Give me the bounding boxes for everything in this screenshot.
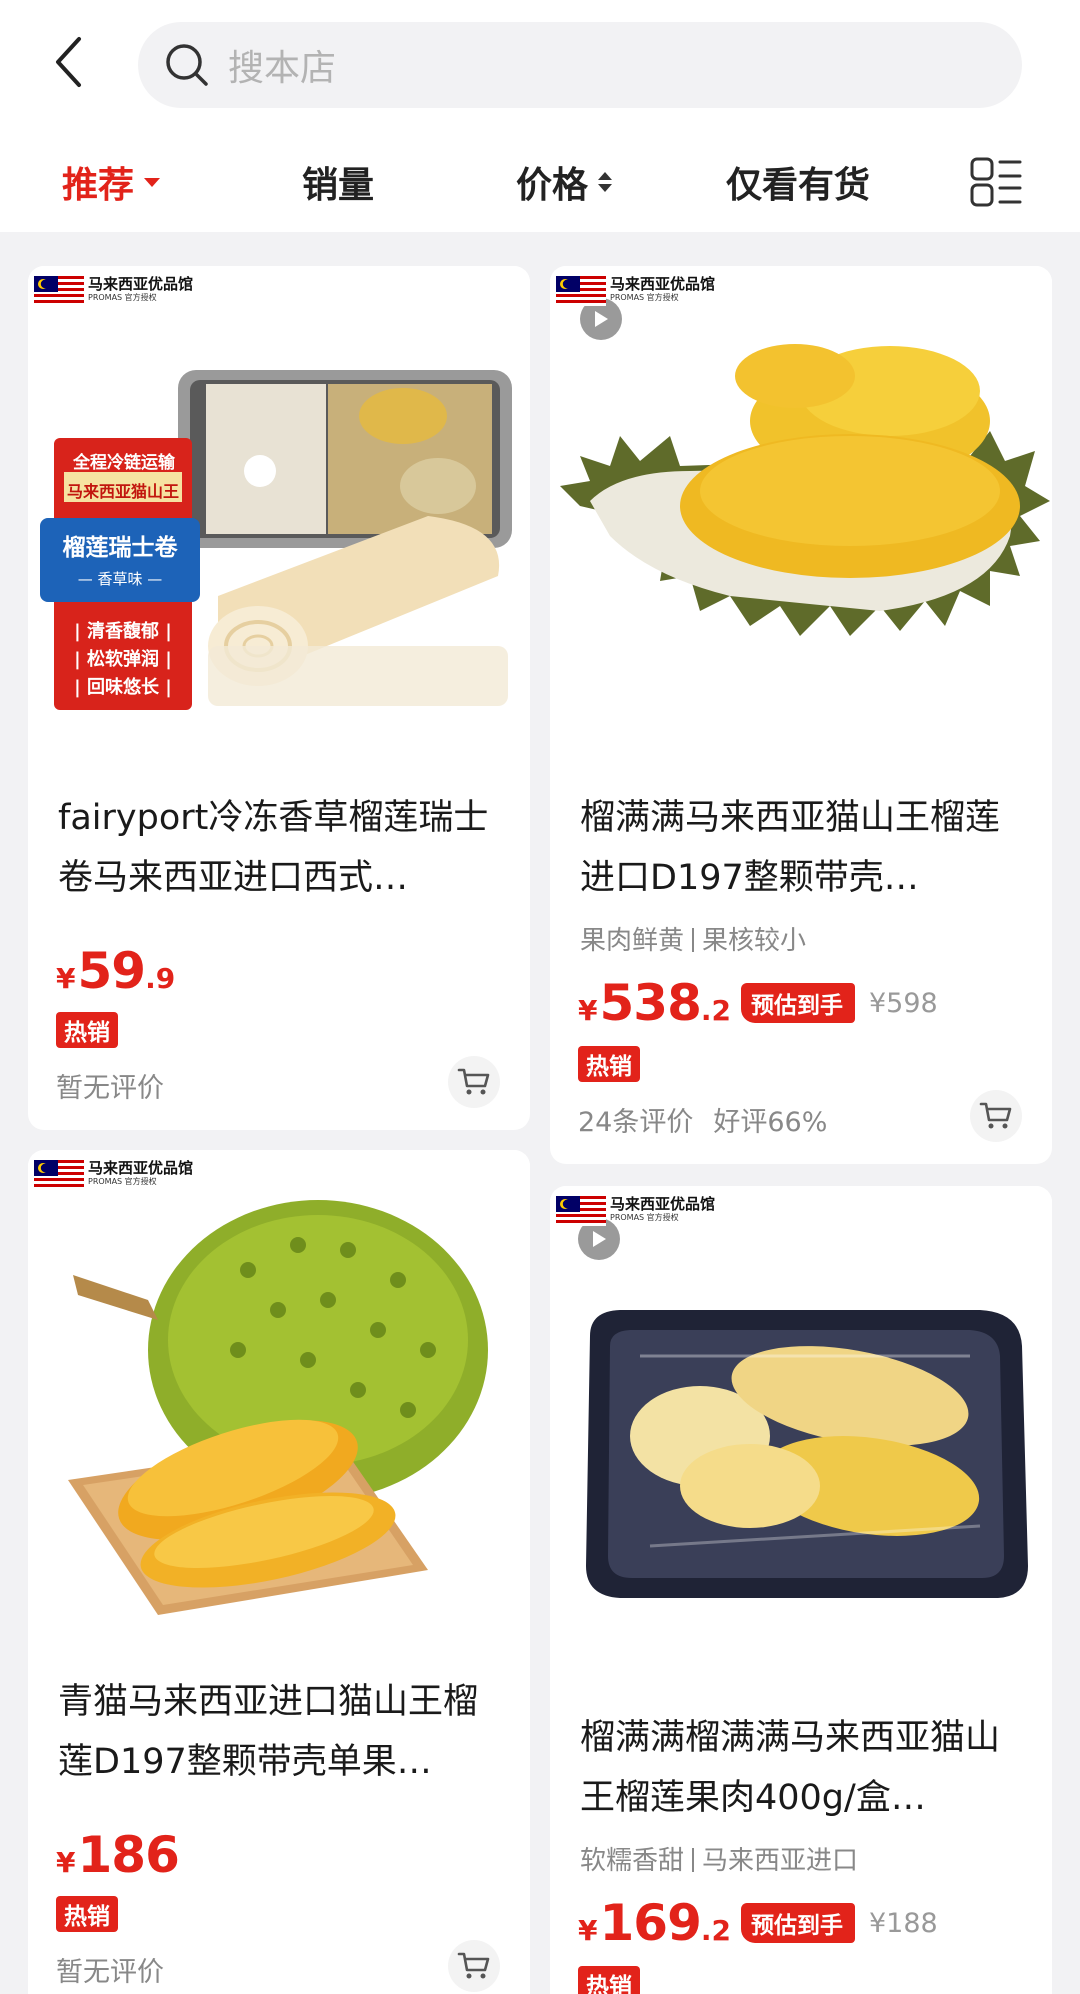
sort-recommend-label: 推荐	[62, 165, 135, 206]
product-card[interactable]: 马来西亚优品馆 PROMAS 官方授权 青猫马来西亚进口猫山王榴莲D197整颗带…	[28, 1150, 530, 1994]
price-currency: ¥	[56, 962, 76, 995]
original-price: ¥188	[868, 1907, 938, 1939]
product-title[interactable]: 青猫马来西亚进口猫山王榴莲D197整颗带壳单果…	[58, 1672, 506, 1792]
package-text: 全程冷链运输	[73, 453, 175, 473]
add-to-cart-button[interactable]	[448, 1940, 500, 1992]
package-text-line: | 回味悠长 |	[74, 677, 172, 698]
price-currency: ¥	[578, 994, 598, 1027]
price: ¥ 186	[56, 1826, 180, 1884]
product-tags: 软糯香甜 马来西亚进口	[580, 1840, 858, 1877]
product-tags: 果肉鲜黄 果核较小	[580, 920, 806, 957]
price-integer: 59	[77, 942, 146, 1000]
back-button[interactable]	[40, 30, 96, 94]
price-integer: 538	[599, 974, 701, 1032]
in-stock-filter[interactable]: 仅看有货	[726, 152, 870, 212]
price-decimal: .9	[145, 962, 176, 995]
search-placeholder: 搜本店	[228, 48, 337, 89]
product-image: 马来西亚优品馆 PROMAS 官方授权	[28, 1150, 530, 1660]
package-text: — 香草味 —	[77, 570, 163, 588]
product-tag: 马来西亚进口	[702, 1846, 859, 1876]
malaysia-flag-icon	[556, 1196, 606, 1226]
store-tag: 马来西亚优品馆 PROMAS 官方授权	[34, 1160, 193, 1190]
layout-toggle-button[interactable]	[968, 154, 1024, 210]
price-currency: ¥	[56, 1846, 76, 1879]
price-integer: 186	[77, 1826, 179, 1884]
price: ¥ 59 .9	[56, 942, 175, 1000]
store-tag-name: 马来西亚优品馆	[610, 275, 716, 293]
product-image: 马来西亚优品馆 PROMAS 官方授权	[550, 1186, 1052, 1726]
hot-badge: 热销	[578, 1046, 640, 1082]
product-image: 马来西亚优品馆 PROMAS 官方授权	[550, 266, 1052, 776]
product-image: 全程冷链运输 马来西亚猫山王 榴莲瑞士卷 — 香草味 — | 清香馥郁 | | …	[28, 266, 530, 776]
store-tag-sub: PROMAS 官方授权	[610, 1213, 679, 1222]
cart-icon	[457, 1952, 490, 1979]
price-decimal: .2	[700, 994, 731, 1027]
review-info: 24条评价 好评66%	[578, 1100, 827, 1139]
store-tag-sub: PROMAS 官方授权	[610, 293, 679, 302]
price-decimal: .2	[700, 1914, 731, 1947]
caret-down-icon	[144, 177, 161, 187]
product-title[interactable]: fairyport冷冻香草榴莲瑞士卷马来西亚进口西式…	[58, 788, 506, 908]
price-integer: 169	[599, 1894, 701, 1952]
review-info: 暂无评价	[56, 1066, 164, 1105]
review-count: 24条评价	[578, 1107, 694, 1138]
store-tag-name: 马来西亚优品馆	[610, 1195, 716, 1213]
price-currency: ¥	[578, 1914, 598, 1947]
cart-icon	[457, 1068, 490, 1095]
sort-price-tab[interactable]: 价格	[516, 152, 613, 212]
sort-recommend-tab[interactable]: 推荐	[62, 152, 161, 212]
package-text-line: | 清香馥郁 |	[74, 621, 172, 642]
package-text-line: | 松软弹润 |	[74, 649, 172, 670]
list-layout-icon	[970, 157, 1022, 207]
sort-sales-tab[interactable]: 销量	[302, 152, 374, 212]
sort-updown-icon	[598, 172, 613, 192]
estimated-price-badge: 预估到手	[740, 983, 855, 1023]
store-tag-name: 马来西亚优品馆	[88, 1159, 194, 1177]
price: ¥ 169 .2 预估到手 ¥188	[578, 1894, 938, 1952]
product-tag: 果肉鲜黄	[580, 926, 685, 956]
review-text: 暂无评价	[56, 1957, 164, 1988]
malaysia-flag-icon	[34, 1160, 84, 1190]
estimated-price-badge: 预估到手	[740, 1903, 855, 1943]
sort-price-label: 价格	[516, 165, 589, 206]
product-title[interactable]: 榴满满榴满满马来西亚猫山王榴莲果肉400g/盒…	[580, 1708, 1028, 1828]
cart-icon	[979, 1102, 1012, 1129]
add-to-cart-button[interactable]	[970, 1090, 1022, 1142]
store-tag-sub: PROMAS 官方授权	[88, 1177, 157, 1186]
product-card[interactable]: 马来西亚优品馆 PROMAS 官方授权 榴满满榴满满马来西亚猫山王榴莲果肉400…	[550, 1186, 1052, 1994]
store-tag-name: 马来西亚优品馆	[88, 275, 194, 293]
package-text: 榴莲瑞士卷	[62, 535, 178, 561]
search-input[interactable]: 搜本店	[138, 22, 1022, 108]
store-tag: 马来西亚优品馆 PROMAS 官方授权	[556, 1196, 715, 1226]
package-text: | 清香馥郁 | | 松软弹润 | | 回味悠长 |	[64, 618, 182, 702]
review-positive-rate: 好评66%	[713, 1107, 828, 1138]
malaysia-flag-icon	[34, 276, 84, 306]
product-card[interactable]: 马来西亚优品馆 PROMAS 官方授权 榴满满马来西亚猫山王榴莲进口D197整颗…	[550, 266, 1052, 1164]
store-tag-sub: PROMAS 官方授权	[88, 293, 157, 302]
malaysia-flag-icon	[556, 276, 606, 306]
store-tag: 马来西亚优品馆 PROMAS 官方授权	[556, 276, 715, 306]
price: ¥ 538 .2 预估到手 ¥598	[578, 974, 938, 1032]
product-title[interactable]: 榴满满马来西亚猫山王榴莲进口D197整颗带壳…	[580, 788, 1028, 908]
sort-bar: 推荐 销量 价格 仅看有货	[0, 130, 1080, 234]
store-tag: 马来西亚优品馆 PROMAS 官方授权	[34, 276, 193, 306]
search-icon	[162, 40, 212, 90]
add-to-cart-button[interactable]	[448, 1056, 500, 1108]
product-card[interactable]: 全程冷链运输 马来西亚猫山王 榴莲瑞士卷 — 香草味 — | 清香馥郁 | | …	[28, 266, 530, 1130]
chevron-left-icon	[56, 37, 81, 87]
sort-sales-label: 销量	[302, 165, 375, 206]
top-bar: 搜本店 推荐 销量 价格 仅看有货	[0, 0, 1080, 232]
original-price: ¥598	[868, 987, 938, 1019]
in-stock-label: 仅看有货	[726, 165, 871, 206]
hot-badge: 热销	[56, 1896, 118, 1932]
product-tag: 果核较小	[702, 926, 807, 956]
hot-badge: 热销	[56, 1012, 118, 1048]
review-text: 暂无评价	[56, 1073, 164, 1104]
package-text: 马来西亚猫山王	[66, 482, 179, 501]
product-tag: 软糯香甜	[580, 1846, 685, 1876]
review-info: 暂无评价	[56, 1950, 164, 1989]
hot-badge: 热销	[578, 1966, 640, 1994]
